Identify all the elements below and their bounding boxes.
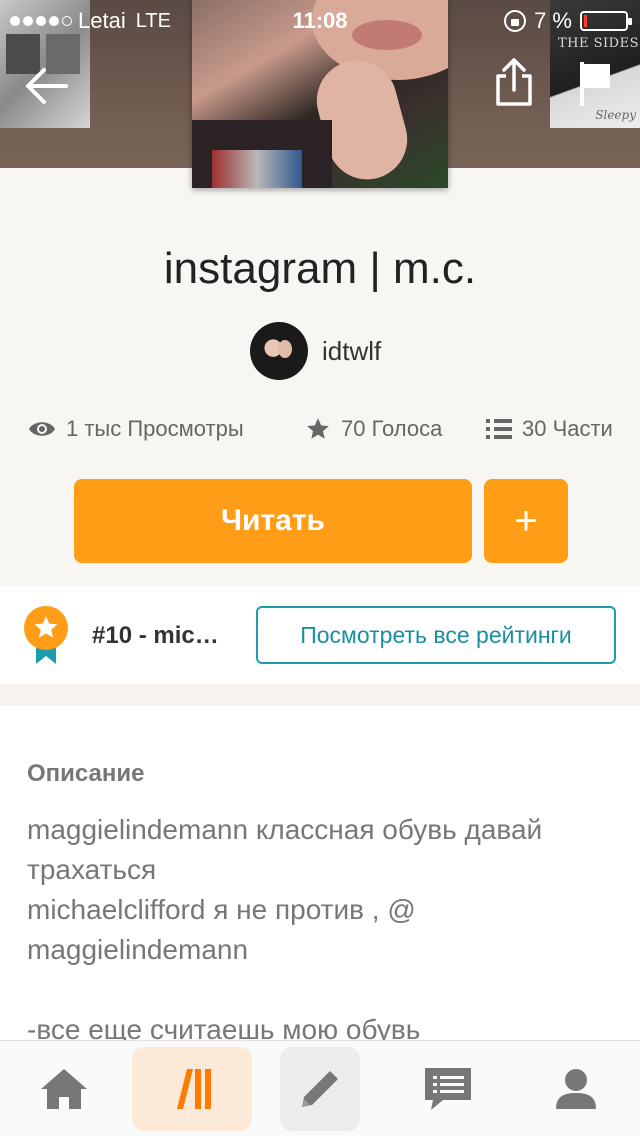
list-icon (486, 419, 512, 439)
battery-percent: 7 % (534, 8, 572, 33)
back-arrow-icon (26, 68, 68, 104)
library-icon (177, 1069, 211, 1109)
author-name[interactable]: idtwlf (322, 336, 381, 367)
profile-icon (556, 1069, 596, 1109)
cover-image-detail (212, 150, 302, 188)
nav-messages[interactable] (388, 1047, 508, 1131)
flag-icon (580, 62, 610, 106)
share-button[interactable] (494, 56, 534, 108)
back-button[interactable] (22, 62, 70, 110)
battery-icon (580, 11, 632, 31)
author-link[interactable]: idtwlf (250, 322, 381, 380)
parts-count: 30 Части (522, 416, 613, 441)
rank-text: #10 - mic… (92, 622, 219, 649)
votes-stat: 70 Голоса (305, 416, 442, 442)
nav-write[interactable] (280, 1047, 360, 1131)
rotation-lock-icon (504, 10, 527, 32)
parts-stat: 30 Части (486, 416, 613, 442)
avatar[interactable] (250, 322, 308, 380)
background-cover-subtext: Sleepy (595, 108, 636, 122)
views-stat: 1 тыс Просмотры (28, 416, 244, 442)
nav-library[interactable] (132, 1047, 252, 1131)
status-bar: Letai LTE 11:08 7 % (0, 0, 640, 40)
share-icon (496, 58, 532, 106)
bottom-navigation (0, 1040, 640, 1136)
nav-home[interactable] (4, 1047, 124, 1131)
status-bar-right: 7 % (504, 8, 632, 34)
description-text: maggielindemann классная обувь давай тра… (27, 814, 543, 1040)
story-title: instagram | m.c. (163, 244, 477, 293)
view-all-rankings-button[interactable]: Посмотреть все рейтинги (256, 606, 616, 664)
description-heading: Описание (27, 760, 145, 787)
medal-icon (24, 606, 68, 664)
messages-icon (425, 1068, 471, 1110)
votes-count: 70 Голоса (341, 416, 443, 441)
nav-profile[interactable] (516, 1047, 636, 1131)
views-count: 1 тыс Просмотры (66, 416, 244, 441)
write-icon (302, 1071, 338, 1107)
ranking-row: #10 - mic… Посмотреть все рейтинги (0, 586, 640, 684)
eye-icon (29, 422, 55, 436)
home-icon (41, 1069, 87, 1109)
description-section: Описание maggielindemann классная обувь … (0, 706, 640, 1040)
read-button[interactable]: Читать (74, 479, 472, 563)
report-button[interactable] (576, 58, 614, 108)
section-divider (0, 684, 640, 706)
add-to-library-button[interactable]: + (484, 479, 568, 563)
star-icon (307, 418, 329, 439)
story-stats: 1 тыс Просмотры 70 Голоса 30 Части (0, 416, 640, 448)
battery-level (584, 15, 587, 27)
story-info: instagram | m.c. idtwlf 1 тыс Просмотры … (0, 168, 640, 586)
